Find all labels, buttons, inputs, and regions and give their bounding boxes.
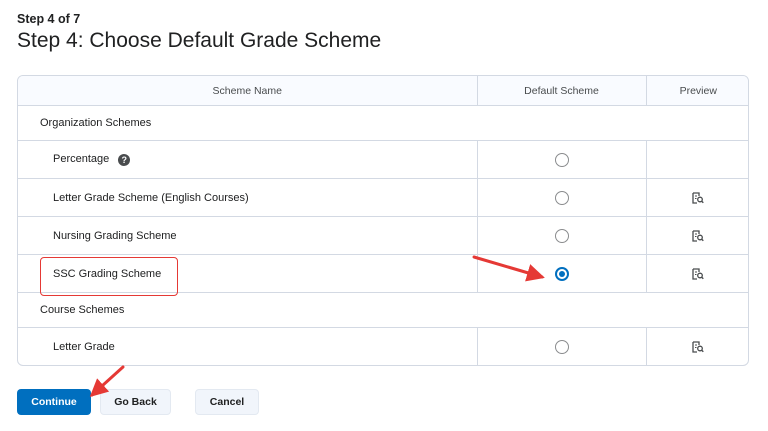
table-row: Letter Grade <box>18 327 748 365</box>
scheme-name: Letter Grade Scheme (English Courses) <box>53 191 249 204</box>
scheme-name-cell: Nursing Grading Scheme <box>18 216 477 255</box>
annotation-highlight-box <box>40 257 178 296</box>
scheme-name: Percentage <box>53 153 110 166</box>
continue-button[interactable]: Continue <box>17 389 91 415</box>
grade-scheme-table: Scheme Name Default Scheme Preview Organ… <box>17 75 749 366</box>
preview-document-search-icon[interactable] <box>692 340 705 353</box>
table-row: Percentage? <box>18 140 748 179</box>
column-header-preview: Preview <box>645 76 748 106</box>
section-label: Organization Schemes <box>18 105 748 141</box>
default-scheme-cell <box>476 178 646 217</box>
preview-cell <box>645 216 748 255</box>
preview-document-search-icon[interactable] <box>692 267 705 280</box>
column-header-scheme-name: Scheme Name <box>18 76 477 106</box>
table-row: Letter Grade Scheme (English Courses) <box>18 178 748 217</box>
preview-document-search-icon[interactable] <box>692 191 705 204</box>
section-label: Course Schemes <box>18 292 748 328</box>
question-circle-icon[interactable]: ? <box>118 153 131 166</box>
scheme-name-cell: Letter Grade Scheme (English Courses) <box>18 178 477 217</box>
go-back-button[interactable]: Go Back <box>100 389 171 415</box>
default-scheme-cell <box>476 254 646 293</box>
scheme-name-cell: Percentage? <box>18 140 477 179</box>
preview-document-search-icon[interactable] <box>692 229 705 242</box>
default-scheme-radio[interactable] <box>554 190 569 205</box>
scheme-name: Letter Grade <box>53 340 115 353</box>
default-scheme-cell <box>476 327 646 365</box>
preview-cell <box>645 140 748 179</box>
page-title: Step 4: Choose Default Grade Scheme <box>17 29 382 52</box>
default-scheme-cell <box>476 216 646 255</box>
section-row-organization-schemes: Organization Schemes <box>18 105 748 141</box>
column-header-default-scheme: Default Scheme <box>476 76 646 106</box>
default-scheme-radio[interactable] <box>554 339 569 354</box>
scheme-name: Nursing Grading Scheme <box>53 229 177 242</box>
preview-cell <box>645 327 748 365</box>
default-scheme-radio[interactable] <box>554 152 569 167</box>
step-indicator: Step 4 of 7 <box>17 12 81 26</box>
scheme-name-cell: Letter Grade <box>18 327 477 365</box>
default-scheme-radio[interactable] <box>554 228 569 243</box>
default-scheme-radio-selected[interactable] <box>554 266 569 281</box>
cancel-button[interactable]: Cancel <box>195 389 259 415</box>
preview-cell <box>645 254 748 293</box>
preview-cell <box>645 178 748 217</box>
table-row: Nursing Grading Scheme <box>18 216 748 255</box>
section-row-course-schemes: Course Schemes <box>18 292 748 328</box>
default-scheme-cell <box>476 140 646 179</box>
